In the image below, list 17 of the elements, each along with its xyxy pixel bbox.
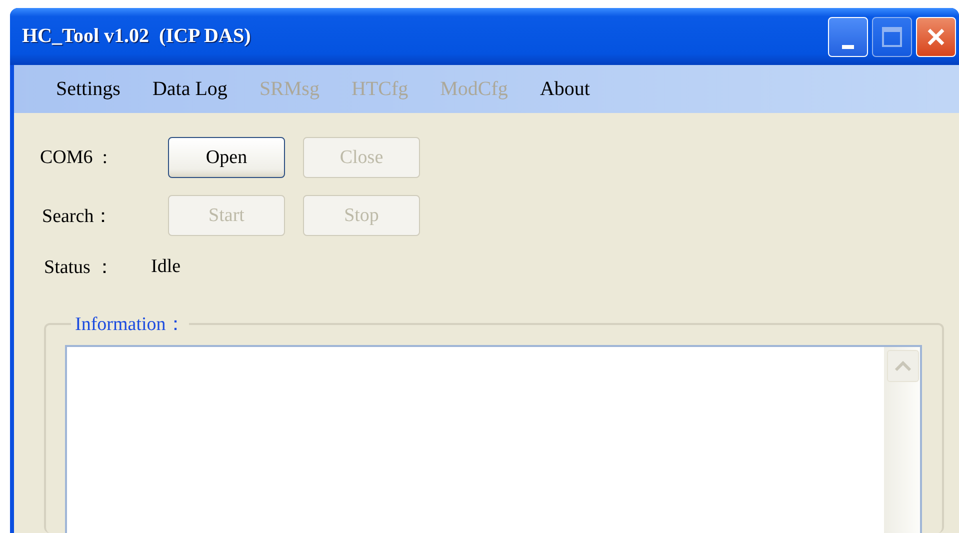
- window-title: HC_Tool v1.02 (ICP DAS): [22, 25, 252, 48]
- maximize-icon: [882, 26, 902, 46]
- status-label: Status ：: [43, 256, 116, 280]
- menu-item[interactable]: About: [524, 78, 606, 100]
- close-icon: [927, 28, 945, 46]
- scrollbar[interactable]: [884, 347, 920, 533]
- close-button[interactable]: [916, 16, 956, 56]
- scroll-up-icon[interactable]: [887, 350, 919, 382]
- group-legend: Information：: [71, 311, 189, 337]
- status-value: Idle: [151, 256, 181, 278]
- menu-item[interactable]: Settings: [40, 78, 136, 100]
- minimize-button[interactable]: [828, 16, 868, 56]
- port-label: COM6 :: [40, 146, 109, 168]
- minimize-icon: [842, 44, 854, 48]
- menu-item[interactable]: Data Log: [136, 78, 244, 100]
- search-label: Search：: [41, 204, 114, 228]
- open-button[interactable]: Open: [168, 137, 285, 178]
